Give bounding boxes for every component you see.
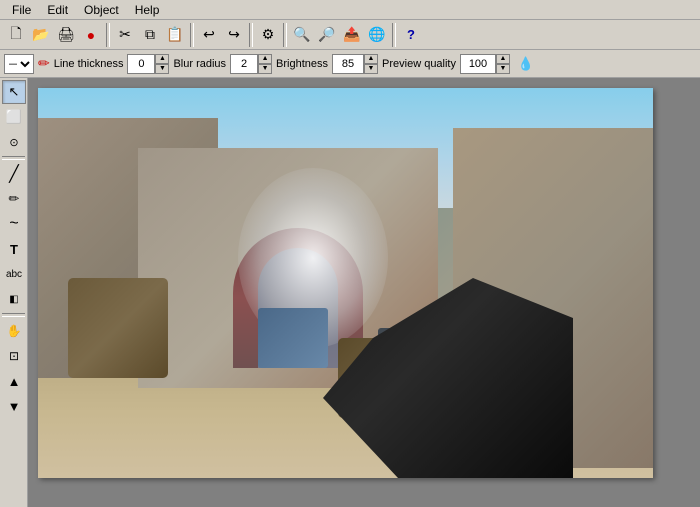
blur-radius-spin-buttons: ▲ ▼ (258, 54, 272, 74)
barrels-left (68, 278, 168, 378)
preview-quality-input[interactable] (460, 54, 496, 74)
pencil-icon: ✏ (38, 55, 50, 72)
open-button[interactable]: 📂 (29, 23, 53, 47)
brightness-up[interactable]: ▲ (364, 54, 378, 64)
brightness-spin-buttons: ▲ ▼ (364, 54, 378, 74)
brightness-spinbox[interactable]: ▲ ▼ (332, 54, 378, 74)
highlight-tool[interactable]: abc (2, 262, 26, 286)
line-tool[interactable]: ╱ (2, 162, 26, 186)
rect-select-tool[interactable]: ⬜ (2, 105, 26, 129)
cut-button[interactable]: ✂ (113, 23, 137, 47)
menu-file[interactable]: File (4, 1, 39, 19)
menu-bar: File Edit Object Help (0, 0, 700, 20)
curve-tool[interactable]: ~ (2, 212, 26, 236)
canvas-image (38, 88, 653, 478)
crop-tool[interactable]: ⊡ (2, 344, 26, 368)
paste-button[interactable]: 📋 (163, 23, 187, 47)
canvas-container (38, 88, 653, 478)
main-area: ↖ ⬜ ⊙ ╱ ✏ ~ T abc ◧ ✋ ⊡ ▲ ▼ (0, 78, 700, 507)
separator3 (249, 23, 253, 47)
toolbar2-options: — ✏ Line thickness ▲ ▼ Blur radius ▲ ▼ B… (0, 50, 700, 78)
copy-button[interactable]: ⧉ (138, 23, 162, 47)
export-button[interactable]: 📤 (340, 23, 364, 47)
brightness-down[interactable]: ▼ (364, 64, 378, 74)
preview-quality-spinbox[interactable]: ▲ ▼ (460, 54, 510, 74)
separator1 (106, 23, 110, 47)
pencil-tool[interactable]: ✏ (2, 187, 26, 211)
object-tool[interactable]: ◧ (2, 287, 26, 311)
preview-quality-spin-buttons: ▲ ▼ (496, 54, 510, 74)
line-thickness-down[interactable]: ▼ (155, 64, 169, 74)
help-button[interactable]: ? (399, 23, 423, 47)
undo-button[interactable]: ↩ (197, 23, 221, 47)
move-up-tool[interactable]: ▲ (2, 369, 26, 393)
toolbox: ↖ ⬜ ⊙ ╱ ✏ ~ T abc ◧ ✋ ⊡ ▲ ▼ (0, 78, 28, 507)
scene (38, 88, 653, 478)
tool-sep2 (2, 313, 25, 317)
line-thickness-up[interactable]: ▲ (155, 54, 169, 64)
preview-quality-up[interactable]: ▲ (496, 54, 510, 64)
menu-object[interactable]: Object (76, 1, 127, 19)
brightness-label: Brightness (276, 58, 328, 70)
zoom-out-button[interactable]: 🔎 (315, 23, 339, 47)
separator4 (283, 23, 287, 47)
brightness-input[interactable] (332, 54, 364, 74)
eyedropper-button[interactable]: 💧 (514, 52, 538, 76)
separator5 (392, 23, 396, 47)
select-tool[interactable]: ↖ (2, 80, 26, 104)
move-down-tool[interactable]: ▼ (2, 394, 26, 418)
menu-edit[interactable]: Edit (39, 1, 76, 19)
blur-radius-down[interactable]: ▼ (258, 64, 272, 74)
menu-help[interactable]: Help (127, 1, 168, 19)
line-thickness-spinbox[interactable]: ▲ ▼ (127, 54, 169, 74)
new-button[interactable]: 🗋 (4, 23, 28, 47)
print-button[interactable]: 🖨 (54, 23, 78, 47)
blur-radius-spinbox[interactable]: ▲ ▼ (230, 54, 272, 74)
zoom-in-button[interactable]: 🔍 (290, 23, 314, 47)
import-button[interactable]: 🌐 (365, 23, 389, 47)
blur-radius-label: Blur radius (173, 58, 226, 70)
line-thickness-input[interactable] (127, 54, 155, 74)
tool-dropdown[interactable]: — (4, 54, 34, 74)
toolbar1: 🗋 📂 🖨 ● ✂ ⧉ 📋 ↩ ↪ ⚙ 🔍 🔎 📤 🌐 ? (0, 20, 700, 50)
redo-button[interactable]: ↪ (222, 23, 246, 47)
stop-button[interactable]: ● (79, 23, 103, 47)
blur-radius-up[interactable]: ▲ (258, 54, 272, 64)
line-thickness-spin-buttons: ▲ ▼ (155, 54, 169, 74)
separator2 (190, 23, 194, 47)
preview-quality-label: Preview quality (382, 58, 456, 70)
text-tool[interactable]: T (2, 237, 26, 261)
settings-button[interactable]: ⚙ (256, 23, 280, 47)
truck (258, 308, 328, 368)
tool-sep1 (2, 156, 25, 160)
line-thickness-label: Line thickness (54, 58, 124, 70)
preview-quality-down[interactable]: ▼ (496, 64, 510, 74)
hand-tool[interactable]: ✋ (2, 319, 26, 343)
canvas-area (28, 78, 700, 507)
blur-radius-input[interactable] (230, 54, 258, 74)
ellipse-select-tool[interactable]: ⊙ (2, 130, 26, 154)
tool-select[interactable]: — (4, 54, 34, 74)
